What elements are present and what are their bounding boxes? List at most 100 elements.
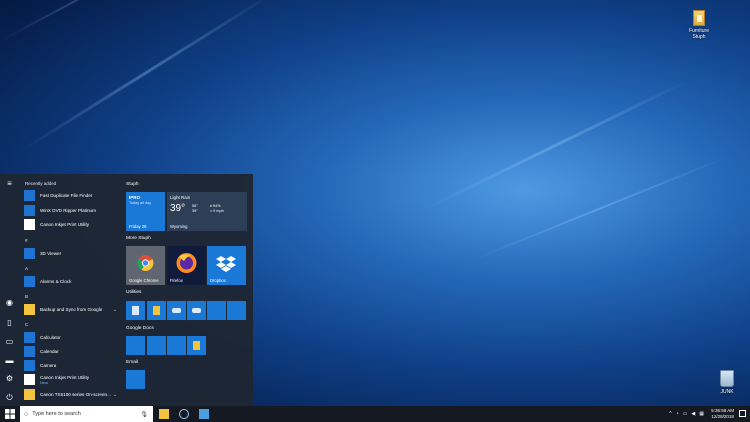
section-letter[interactable]: B	[25, 294, 28, 299]
app-item-label: 3D Viewer	[40, 251, 62, 256]
tile-google-doc-3[interactable]	[167, 336, 186, 355]
tile-group-stuph[interactable]: Stuph	[126, 182, 139, 187]
app-tile-icon	[24, 190, 35, 201]
app-item-label: Alarms & Clock	[40, 279, 72, 284]
document-icon	[193, 341, 200, 350]
app-item-label: WinX DVD Ripper Platinum	[40, 208, 96, 213]
tile-utility-3[interactable]	[167, 301, 186, 320]
tile-group-more-stuph[interactable]: More Stuph	[126, 236, 151, 241]
hamburger-menu-icon[interactable]: ≡	[5, 179, 14, 188]
chevron-up-icon[interactable]: ^	[669, 411, 671, 417]
microphone-icon[interactable]: 🎙	[140, 411, 148, 418]
keyboard-icon[interactable]: ▦	[699, 411, 704, 417]
tile-area: Stuph IPRO Today all day Friday 28 Light…	[125, 174, 251, 406]
start-menu: ≡ ◉ ▯ ▭ ▬ ⚙ ⏻ Recently added Fast Duplic…	[0, 174, 253, 406]
app-item-fast-duplicate-file-finder[interactable]: Fast Duplicate File Finder	[24, 190, 120, 201]
app-item-calendar[interactable]: Calendar	[24, 346, 120, 357]
documents-icon[interactable]: ▯	[5, 318, 14, 327]
tile-utility-4[interactable]	[187, 301, 206, 320]
tile-group-google-docs[interactable]: Google Docs	[126, 326, 154, 331]
settings-gear-icon[interactable]: ⚙	[5, 374, 14, 383]
start-menu-rail: ≡ ◉ ▯ ▭ ▬ ⚙ ⏻	[0, 174, 19, 406]
desktop-icon-furniture-stuph[interactable]: Furniture Stuph	[684, 10, 714, 40]
tile-label: Firefox	[170, 278, 183, 283]
search-placeholder: Type here to search	[32, 411, 81, 417]
app-item-canon-inkjet-print-utility[interactable]: Canon Inkjet Print Utility	[24, 219, 120, 230]
disk-icon	[172, 308, 181, 313]
volume-icon[interactable]: ◀	[691, 411, 695, 417]
tile-label: Google Chrome	[129, 278, 159, 283]
folder-icon[interactable]: ▬	[5, 356, 14, 365]
app-item-label: Camera	[40, 363, 57, 368]
calculator-icon	[24, 332, 35, 343]
recently-added-heading: Recently added	[25, 181, 57, 186]
tile-email[interactable]	[126, 370, 145, 389]
tile-group-utilities[interactable]: Utilities	[126, 290, 141, 295]
section-letter[interactable]: #	[25, 238, 28, 243]
desktop-icon-label: JUNK	[720, 389, 734, 395]
recycle-bin-icon	[720, 370, 734, 387]
tile-utility-5[interactable]	[207, 301, 226, 320]
windows-start-icon[interactable]	[5, 409, 15, 419]
tile-dropbox[interactable]: Dropbox	[207, 246, 246, 285]
app-item-calculator[interactable]: Calculator	[24, 332, 120, 343]
calculator-icon	[132, 306, 139, 315]
wifi-icon[interactable]: ◔	[676, 411, 679, 417]
tile-weather[interactable]: Light Rain 39° 56° 39° ♦ 94% ≈ 0 mph Wyo…	[167, 192, 247, 231]
tile-firefox[interactable]: Firefox	[167, 246, 206, 285]
section-letter[interactable]: A	[25, 266, 28, 271]
tile-google-doc-2[interactable]	[147, 336, 166, 355]
wallpaper-streak	[0, 0, 231, 42]
app-item-backup-and-sync[interactable]: Backup and Sync from Google ⌄	[24, 304, 120, 315]
wallpaper-streak	[19, 0, 276, 153]
search-icon: ○	[24, 410, 29, 418]
action-center-icon[interactable]	[739, 410, 746, 417]
app-item-camera[interactable]: Camera	[24, 360, 120, 371]
tile-event-title: IPRO	[129, 195, 141, 200]
network-app-icon[interactable]	[199, 409, 209, 419]
chevron-down-icon[interactable]: ⌄	[113, 392, 117, 398]
weather-humidity: 94%	[213, 204, 221, 208]
weather-low: 39°	[192, 209, 198, 213]
tile-utility-6[interactable]	[227, 301, 246, 320]
app-tile-icon	[24, 205, 35, 216]
app-list: Recently added Fast Duplicate File Finde…	[20, 174, 121, 406]
wallpaper-streak	[469, 155, 730, 262]
app-item-label: Canon Inkjet Print Utility	[40, 222, 90, 227]
file-explorer-icon[interactable]	[159, 409, 169, 419]
user-avatar-icon[interactable]: ◉	[5, 298, 14, 307]
chevron-down-icon[interactable]: ⌄	[113, 307, 117, 313]
tile-google-doc-4[interactable]	[187, 336, 206, 355]
tile-calendar-ipro[interactable]: IPRO Today all day Friday 28	[126, 192, 165, 231]
app-item-winx-dvd-ripper[interactable]: WinX DVD Ripper Platinum	[24, 205, 120, 216]
clock-date: 12/28/2018	[711, 414, 734, 419]
tile-utility-2[interactable]	[147, 301, 166, 320]
camera-icon	[24, 360, 35, 371]
desktop-icon-label: Stuph	[692, 34, 706, 40]
tile-google-doc-1[interactable]	[126, 336, 145, 355]
weather-temp: 39°	[170, 203, 186, 214]
app-item-3d-viewer[interactable]: 3D Viewer	[24, 248, 120, 259]
weather-condition: Light Rain	[170, 195, 191, 200]
app-item-alarms-clock[interactable]: Alarms & Clock	[24, 276, 120, 287]
app-item-canon-inkjet-print-utility-new[interactable]: Canon Inkjet Print Utility New	[24, 374, 120, 385]
drive-icon	[192, 308, 201, 313]
desktop-icon-junk[interactable]: JUNK	[712, 370, 742, 395]
new-badge: New	[40, 379, 49, 385]
tile-google-chrome[interactable]: Google Chrome	[126, 246, 165, 285]
network-icon[interactable]: ▭	[683, 411, 688, 417]
taskbar-search-box[interactable]: ○ Type here to search 🎙	[20, 406, 153, 422]
tile-utility-1[interactable]	[126, 301, 145, 320]
steam-icon[interactable]	[179, 409, 189, 419]
weather-city: Wyoming	[170, 224, 188, 229]
app-item-label: Canon Inkjet Print Utility	[40, 374, 90, 380]
tile-group-email[interactable]: Email	[126, 360, 138, 365]
power-icon[interactable]: ⏻	[5, 393, 14, 402]
app-item-canon-ts5100[interactable]: Canon TS5100 series On-screen... ⌄	[24, 389, 120, 400]
printer-icon	[24, 219, 35, 230]
folder-icon	[24, 389, 35, 400]
printer-icon	[24, 374, 35, 385]
pictures-icon[interactable]: ▭	[5, 337, 14, 346]
taskbar-clock[interactable]: 5:36:58 AM 12/28/2018	[711, 408, 734, 420]
section-letter[interactable]: C	[25, 322, 28, 327]
